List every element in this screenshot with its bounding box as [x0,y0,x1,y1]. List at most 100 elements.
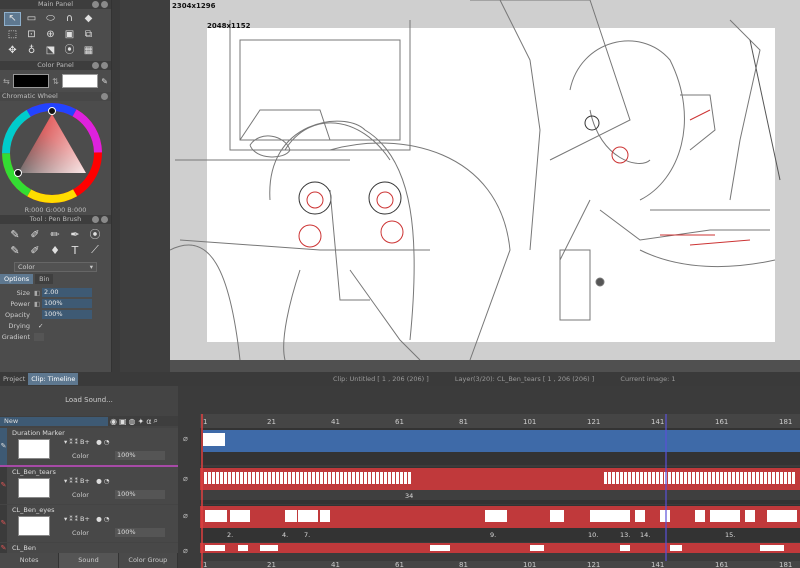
layer-controls-icon[interactable]: ▾ ⁑ ⁑ B+ ● ◔ [64,477,109,485]
tears-cel[interactable] [260,472,263,484]
panel-menu-icon[interactable] [92,1,99,8]
transform-icon[interactable]: ⊡ [23,28,40,42]
tears-cel[interactable] [372,472,375,484]
tears-cel[interactable] [644,472,647,484]
drying-checkbox[interactable]: ✓ [34,322,43,330]
pencil-icon[interactable]: ✒ [66,227,84,241]
secondary-color-swatch[interactable] [61,74,99,88]
ben-cel[interactable] [670,545,682,551]
tears-cel[interactable] [328,472,331,484]
layer-opacity[interactable]: 100% [115,451,165,460]
tears-cel[interactable] [696,472,699,484]
pen-icon[interactable]: ✎ [6,227,24,241]
tears-cel[interactable] [700,472,703,484]
layer-opacity[interactable]: 100% [115,528,165,537]
tears-cel[interactable] [656,472,659,484]
search-icon[interactable]: ⌕ [154,416,158,426]
tears-cel[interactable] [264,472,267,484]
tears-cel[interactable] [244,472,247,484]
tears-cel[interactable] [408,472,411,484]
tears-cel[interactable] [780,472,783,484]
tears-cel[interactable] [756,472,759,484]
tears-cel[interactable] [280,472,283,484]
tears-cel[interactable] [316,472,319,484]
onion-icon[interactable]: ♁ [23,44,40,58]
eye-icon[interactable]: ◉ [110,417,117,426]
tears-cel[interactable] [728,472,731,484]
smudge-icon[interactable]: ✐ [26,243,44,257]
duration-bar[interactable] [203,430,800,452]
tears-cel[interactable] [680,472,683,484]
lasso-icon[interactable]: ∩ [61,12,78,26]
tears-cel[interactable] [732,472,735,484]
light-icon[interactable]: ◍ [129,417,136,426]
pen-icon[interactable]: ✎ [0,467,7,504]
select-arrow-icon[interactable]: ↖ [4,12,21,26]
text-icon[interactable]: T [66,243,84,257]
tears-cel[interactable] [228,472,231,484]
tears-cel[interactable] [708,472,711,484]
fill-icon[interactable]: ▣ [61,28,78,42]
tab-sound[interactable]: Sound [59,553,119,568]
eyes-cel[interactable] [485,510,507,522]
zoom-icon[interactable]: ⊕ [42,28,59,42]
panel-menu-icon[interactable] [92,216,99,223]
ben-cel[interactable] [260,545,278,551]
eyes-cel[interactable] [710,510,740,522]
tears-cel[interactable] [776,472,779,484]
layer-cl-ben[interactable]: ✎ CL_Ben [0,543,178,553]
brush-mode-select[interactable]: Color ▾ [14,262,97,272]
onion-skin-icon[interactable]: ✦ [138,417,145,426]
tears-cel[interactable] [616,472,619,484]
tears-cel[interactable] [272,472,275,484]
tears-cel[interactable] [632,472,635,484]
eyedropper-icon[interactable]: ⦿ [61,44,78,58]
frame-ruler-bottom[interactable] [200,561,800,568]
stamp-icon[interactable]: ⧉ [80,28,97,42]
tears-cel[interactable] [204,472,207,484]
pen-icon[interactable]: ✎ [0,505,7,542]
tears-cel[interactable] [336,472,339,484]
tears-cel[interactable] [240,472,243,484]
tears-cel[interactable] [760,472,763,484]
empty-cel-icon[interactable]: ⌀ [183,546,188,555]
tears-cel[interactable] [284,472,287,484]
tears-cel[interactable] [232,472,235,484]
ben-cel[interactable] [530,545,544,551]
pen-icon[interactable]: ✎ [0,428,7,465]
eyes-cel[interactable] [745,510,755,522]
size-field[interactable]: 2.00 [42,288,92,297]
tab-bin[interactable]: Bin [35,274,54,284]
marquee-icon[interactable]: ⬚ [4,28,21,42]
panel-close-icon[interactable] [101,216,108,223]
layer-controls-icon[interactable]: ▾ ⁑ ⁑ B+ ● ◔ [64,515,109,523]
drawing-canvas-area[interactable]: 2304x1296 2048x1152 [170,0,800,372]
tears-cel[interactable] [276,472,279,484]
tears-cel[interactable] [308,472,311,484]
pen-icon[interactable]: ✎ [0,543,7,553]
tears-cel[interactable] [348,472,351,484]
tears-cel[interactable] [740,472,743,484]
tears-cel[interactable] [752,472,755,484]
tears-cel[interactable] [212,472,215,484]
rect-select-icon[interactable]: ▭ [23,12,40,26]
tears-cel[interactable] [624,472,627,484]
swap-icon[interactable]: ⇅ [52,77,59,86]
tab-clip-timeline[interactable]: Clip: Timeline [28,373,79,385]
eyes-cel[interactable] [298,510,318,522]
swap-arrow-icon[interactable]: ⇆ [3,77,10,86]
tears-cel[interactable] [304,472,307,484]
wheel-menu-icon[interactable] [101,93,108,100]
new-layer-button[interactable]: New [0,416,108,426]
eyes-cel[interactable] [550,510,564,522]
tears-cel[interactable] [612,472,615,484]
brush-icon[interactable]: ✐ [26,227,44,241]
tab-notes[interactable]: Notes [0,553,60,568]
tears-cel[interactable] [368,472,371,484]
marker-icon[interactable]: ✏ [46,227,64,241]
ruler-bg[interactable] [200,386,800,414]
tears-cel[interactable] [676,472,679,484]
panel-scrollbar[interactable] [112,0,120,372]
tears-subrow[interactable] [200,490,800,500]
tears-cel[interactable] [672,472,675,484]
